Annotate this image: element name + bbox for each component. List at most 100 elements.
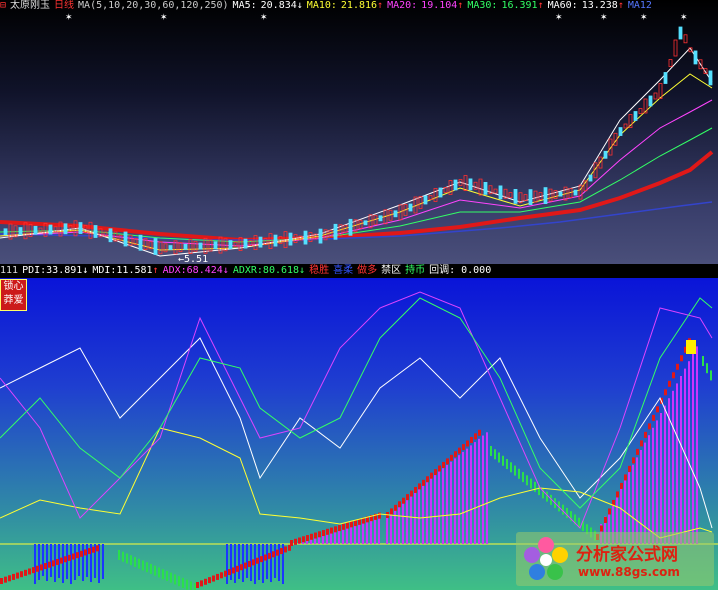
red-marker [438, 465, 441, 472]
purple-bar [482, 435, 484, 544]
candle [468, 178, 473, 191]
red-marker [652, 414, 655, 421]
green-marker [526, 475, 528, 486]
red-marker [422, 479, 425, 486]
red-marker [92, 546, 95, 553]
red-marker [656, 406, 659, 413]
red-marker [72, 553, 75, 560]
signal-star-icon: ✶ [600, 13, 608, 23]
red-marker [302, 536, 305, 543]
blue-bar [226, 544, 228, 584]
candle [393, 210, 398, 218]
green-marker [702, 356, 704, 366]
red-marker [318, 531, 321, 538]
ma60-value: 13.238 [581, 0, 618, 11]
blue-bar [274, 544, 276, 578]
blue-bar [262, 544, 264, 583]
red-marker [672, 372, 675, 379]
red-marker [8, 575, 11, 582]
red-marker [390, 508, 393, 515]
candle [543, 187, 548, 205]
red-marker [346, 522, 349, 529]
red-marker [298, 537, 301, 544]
green-marker [186, 579, 188, 590]
red-marker [276, 549, 279, 556]
candle [618, 127, 623, 136]
candle [633, 111, 638, 121]
candle [648, 95, 653, 107]
blue-bar [38, 544, 40, 580]
red-marker [252, 559, 255, 566]
blue-bar [102, 544, 104, 579]
red-marker [306, 535, 309, 542]
red-marker [240, 564, 243, 571]
pdi-label: PDI: [22, 265, 47, 276]
red-marker [434, 469, 437, 476]
red-marker [442, 461, 445, 468]
blue-bar [74, 544, 76, 580]
red-marker [208, 577, 211, 584]
red-marker [326, 528, 329, 535]
price-chart-canvas[interactable]: ✶ ✶ ✶ ✶ ✶ ✶ ✶ ←5.51 [0, 0, 718, 264]
red-marker [256, 557, 259, 564]
ma20-label: MA20: [387, 0, 418, 11]
ma30-arrow: ↑ [537, 0, 544, 11]
purple-bar [374, 515, 376, 544]
blue-bar [34, 544, 36, 584]
green-marker [190, 581, 192, 590]
purple-bar [426, 481, 428, 544]
pdi-line [0, 337, 713, 529]
candle [153, 238, 158, 255]
watermark: 分析家公式网 www.88gs.com [516, 532, 714, 586]
candle [138, 234, 143, 251]
red-marker [636, 448, 639, 455]
purple-bar [636, 457, 638, 544]
red-marker [28, 568, 31, 575]
candle [78, 222, 83, 234]
green-marker [126, 553, 128, 564]
candle [508, 192, 513, 198]
red-marker [52, 560, 55, 567]
red-marker [68, 554, 71, 561]
ma5-label: MA5: [232, 0, 257, 11]
purple-bar [470, 445, 472, 544]
mdi-value: 11.581 [116, 265, 153, 276]
red-marker [624, 474, 627, 481]
candle [3, 228, 8, 236]
red-marker [12, 573, 15, 580]
red-marker [56, 558, 59, 565]
candle [243, 238, 248, 249]
low-price-label: ←5.51 [178, 254, 208, 264]
green-marker [518, 468, 520, 479]
red-marker [228, 569, 231, 576]
candle [198, 242, 203, 250]
purple-bar [430, 478, 432, 544]
collapse-icon[interactable]: ⊟ [0, 0, 6, 11]
stock-chart-window: ✶ ✶ ✶ ✶ ✶ ✶ ✶ ←5.51 ⊟ 太原刚玉 日线 MA(5,10,20,30,60,120… [0, 0, 718, 590]
green-marker [142, 560, 144, 571]
red-marker [430, 472, 433, 479]
red-marker [454, 451, 457, 458]
green-marker [130, 555, 132, 566]
adxr-line [0, 297, 713, 509]
candle [483, 181, 488, 195]
purple-bar [680, 376, 682, 544]
blue-bar [234, 544, 236, 583]
red-marker [648, 423, 651, 430]
candle [693, 50, 698, 65]
blue-bar [70, 544, 72, 584]
red-marker [414, 486, 417, 493]
candle [228, 240, 233, 249]
red-marker [24, 569, 27, 576]
ma30-value: 16.391 [501, 0, 538, 11]
price-chart-panel[interactable]: ✶ ✶ ✶ ✶ ✶ ✶ ✶ ←5.51 [0, 0, 718, 264]
purple-bar [402, 500, 404, 544]
ma60-arrow: ↑ [617, 0, 624, 11]
adxr-value: 80.618 [262, 265, 300, 276]
period-label[interactable]: 日线 [54, 0, 74, 11]
blue-bar [242, 544, 244, 582]
green-marker [158, 567, 160, 578]
purple-bar [450, 461, 452, 544]
red-marker [668, 380, 671, 387]
purple-bar [438, 471, 440, 544]
